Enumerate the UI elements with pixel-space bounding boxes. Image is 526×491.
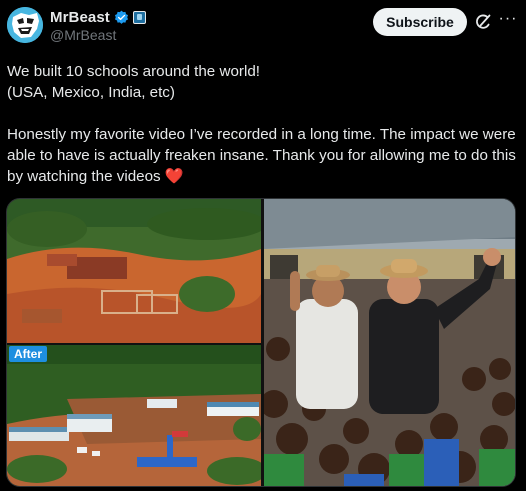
more-options-icon[interactable]: ··· [497, 11, 519, 32]
subscribe-button[interactable]: Subscribe [373, 8, 467, 36]
aerial-school-photo[interactable] [7, 199, 261, 487]
red-heart-emoji-icon: ❤️ [164, 168, 184, 185]
tweet-line-2: (USA, Mexico, India, etc) [7, 84, 175, 101]
mrbeast-with-children-photo[interactable] [264, 199, 516, 487]
author-display-name[interactable]: MrBeast [50, 9, 110, 26]
tweet-line-1: We built 10 schools around the world! [7, 63, 260, 80]
tweet-media[interactable]: After [6, 198, 516, 487]
avatar[interactable] [7, 7, 43, 43]
verified-badge-icon [114, 10, 128, 24]
after-label: After [9, 346, 48, 362]
tweet-paragraph-2: Honestly my favorite video I’ve recorded… [7, 126, 521, 185]
affiliate-badge-icon[interactable] [132, 10, 146, 24]
grok-icon[interactable] [473, 12, 493, 32]
author-handle[interactable]: @MrBeast [50, 27, 116, 43]
tweet-text: We built 10 schools around the world! (U… [7, 61, 519, 187]
tweet-header: MrBeast @MrBeast Subscribe ··· [0, 0, 526, 50]
author-name-row: MrBeast [50, 8, 146, 26]
mrbeast-logo-icon [7, 7, 43, 43]
